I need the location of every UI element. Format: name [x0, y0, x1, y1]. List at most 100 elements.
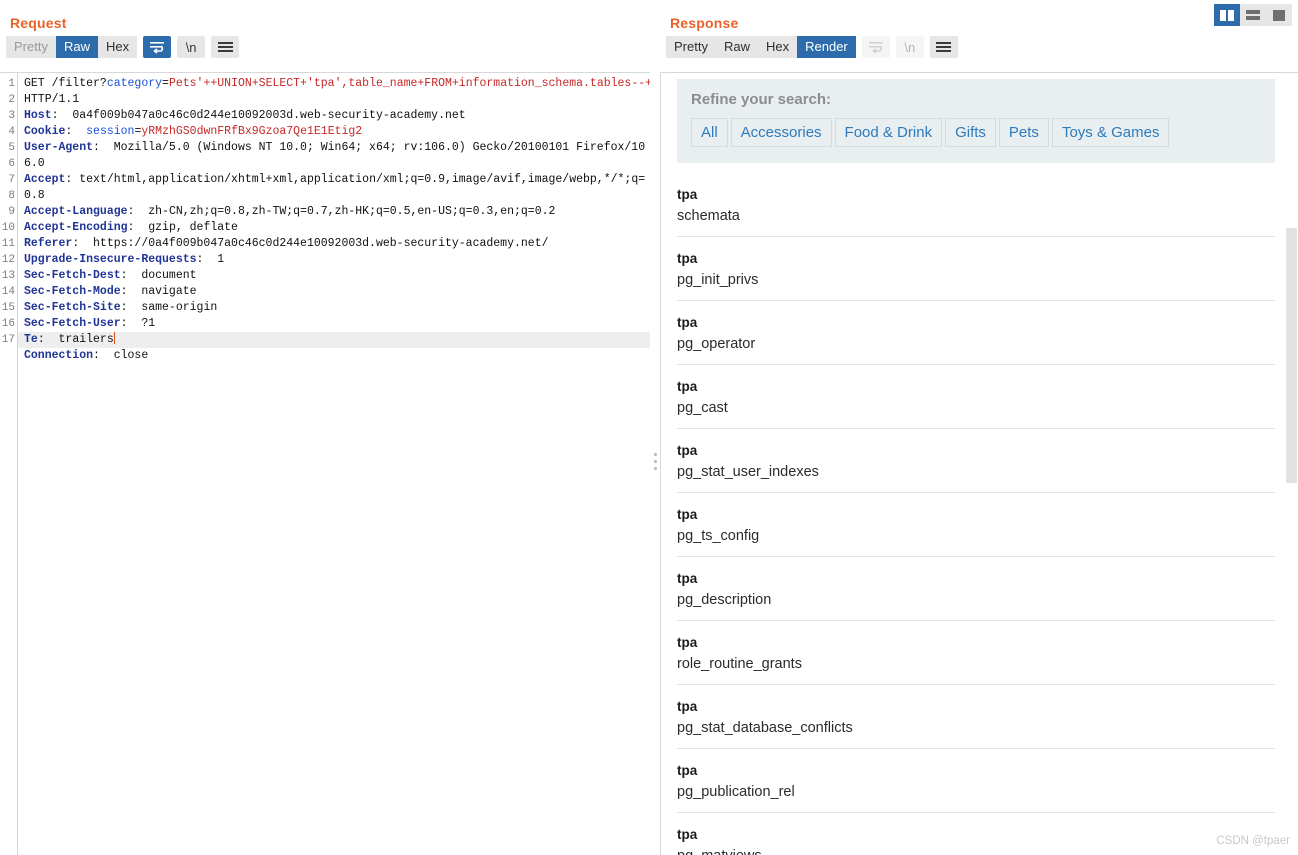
- code-segment: : Mozilla/5.0 (Windows NT 10.0; Win64; x…: [24, 141, 646, 170]
- line-number: 11: [1, 238, 15, 250]
- split-view-icon: [1220, 9, 1234, 21]
- result-category: tpa: [677, 507, 698, 522]
- request-editor[interactable]: 1 2 3 4 5 6 7 8 9 10 11 12 13 14 15 16 17 GET /filter?ca…: [0, 72, 650, 855]
- code-segment: : trailers: [37, 333, 114, 346]
- result-row: tpa pg_stat_database_conflicts: [677, 695, 1275, 749]
- request-line: Sec-Fetch-Site: same-origin: [24, 300, 650, 316]
- result-category: tpa: [677, 571, 698, 586]
- word-wrap-glyph: [868, 41, 883, 54]
- request-menu-icon[interactable]: [211, 36, 240, 58]
- line-number: 4: [8, 126, 15, 138]
- result-name: role_routine_grants: [677, 656, 1275, 685]
- code-segment: : 1: [196, 253, 225, 266]
- response-tab-hex[interactable]: Hex: [757, 36, 798, 58]
- result-name: pg_operator: [677, 336, 1275, 365]
- refine-filter-buttons: All Accessories Food & Drink Gifts Pets Toys …: [691, 118, 1261, 147]
- code-segment: : ?1: [120, 317, 156, 330]
- response-panel: Response Pretty Raw Hex Render \n Refine…: [660, 0, 1298, 855]
- response-newline-label: \n: [904, 39, 916, 55]
- refine-button-accessories[interactable]: Accessories: [730, 118, 832, 147]
- code-segment: : 0a4f009b047a0c46c0d244e10092003d.web-s…: [51, 109, 466, 122]
- layout-side-by-side-button[interactable]: [1214, 4, 1240, 26]
- response-newline-icon: \n: [895, 36, 924, 58]
- single-view-icon: [1273, 9, 1285, 21]
- refine-button-gifts[interactable]: Gifts: [945, 118, 996, 147]
- result-row: tpa pg_matviews: [677, 823, 1275, 855]
- request-line: Sec-Fetch-Mode: navigate: [24, 284, 650, 300]
- request-tab-raw[interactable]: Raw: [55, 36, 98, 58]
- line-number: 10: [1, 222, 15, 234]
- response-vertical-scrollbar[interactable]: [1284, 73, 1298, 855]
- request-tab-pretty[interactable]: Pretty: [6, 36, 56, 58]
- result-name: schemata: [677, 208, 1275, 237]
- code-segment: Sec-Fetch-User: [24, 317, 121, 330]
- code-segment: session: [86, 125, 135, 138]
- code-segment: GET /filter?: [24, 77, 107, 90]
- code-segment: yRMzhGS0dwnFRfBx9Gzoa7Qe1E1Etig2: [141, 125, 363, 138]
- code-segment: : document: [120, 269, 197, 282]
- code-segment: : navigate: [120, 285, 197, 298]
- code-segment: : close: [93, 349, 149, 362]
- request-line: Upgrade-Insecure-Requests: 1: [24, 252, 650, 268]
- result-category: tpa: [677, 635, 698, 650]
- code-segment: category: [106, 77, 163, 90]
- result-name: pg_cast: [677, 400, 1275, 429]
- burp-suite-window: Request Pretty Raw Hex \n 1 2 3 4 5 6 7 …: [0, 0, 1298, 855]
- line-number: 9: [8, 206, 15, 218]
- response-tab-raw[interactable]: Raw: [715, 36, 758, 58]
- line-number: 14: [1, 286, 15, 298]
- request-line: Accept-Language: zh-CN,zh;q=0.8,zh-TW;q=…: [24, 204, 650, 220]
- response-tab-pretty[interactable]: Pretty: [666, 36, 716, 58]
- code-segment: User-Agent: [24, 141, 94, 154]
- request-line: [24, 380, 650, 396]
- result-row: tpa pg_publication_rel: [677, 759, 1275, 813]
- line-number: 1: [8, 78, 15, 90]
- result-name: pg_stat_database_conflicts: [677, 720, 1275, 749]
- result-category: tpa: [677, 699, 698, 714]
- request-word-wrap-icon[interactable]: [143, 36, 172, 58]
- result-name: pg_matviews: [677, 848, 1275, 855]
- line-number: 16: [1, 318, 15, 330]
- refine-search-box: Refine your search: All Accessories Food &…: [677, 79, 1275, 163]
- line-number: 5: [8, 142, 15, 154]
- request-line: Te: trailers: [18, 332, 650, 348]
- response-title: Response: [670, 15, 739, 31]
- rendered-page: Refine your search: All Accessories Food &…: [669, 73, 1283, 855]
- code-segment: Te: [24, 333, 38, 346]
- result-name: pg_init_privs: [677, 272, 1275, 301]
- result-name: pg_stat_user_indexes: [677, 464, 1275, 493]
- request-line: User-Agent: Mozilla/5.0 (Windows NT 10.0…: [24, 140, 650, 172]
- stacked-view-icon: [1246, 10, 1260, 20]
- request-line: Connection: close: [24, 348, 650, 364]
- request-tab-hex[interactable]: Hex: [97, 36, 138, 58]
- response-tab-render[interactable]: Render: [797, 36, 856, 58]
- layout-single-button[interactable]: [1266, 4, 1292, 26]
- refine-button-pets[interactable]: Pets: [998, 118, 1049, 147]
- refine-button-toys-games[interactable]: Toys & Games: [1051, 118, 1170, 147]
- request-newline-icon[interactable]: \n: [177, 36, 206, 58]
- code-segment: Accept-Encoding: [24, 221, 128, 234]
- response-menu-icon[interactable]: [929, 36, 958, 58]
- code-segment: Sec-Fetch-Mode: [24, 285, 121, 298]
- result-row: tpa pg_description: [677, 567, 1275, 621]
- request-line: Referer: https://0a4f009b047a0c46c0d244e…: [24, 236, 650, 252]
- request-line-gutter: 1 2 3 4 5 6 7 8 9 10 11 12 13 14 15 16 17: [0, 73, 18, 855]
- line-number: 15: [1, 302, 15, 314]
- result-row: tpa pg_ts_config: [677, 503, 1275, 557]
- code-segment: Sec-Fetch-Dest: [24, 269, 121, 282]
- line-number: 17: [1, 334, 15, 346]
- line-number: 7: [8, 174, 15, 186]
- scrollbar-thumb[interactable]: [1286, 228, 1297, 483]
- code-segment: Accept-Language: [24, 205, 128, 218]
- panel-splitter[interactable]: [650, 0, 660, 855]
- layout-stacked-button[interactable]: [1240, 4, 1266, 26]
- request-line: Sec-Fetch-Dest: document: [24, 268, 650, 284]
- text-caret: [113, 332, 115, 344]
- refine-button-food-drink[interactable]: Food & Drink: [834, 118, 943, 147]
- response-body: Refine your search: All Accessories Food &…: [660, 72, 1298, 855]
- watermark: CSDN @tpaer: [1216, 835, 1290, 847]
- refine-button-all[interactable]: All: [691, 118, 728, 147]
- response-word-wrap-icon: [861, 36, 890, 58]
- request-code[interactable]: GET /filter?category=Pets'++UNION+SELECT…: [18, 73, 650, 855]
- code-segment: Host: [24, 109, 52, 122]
